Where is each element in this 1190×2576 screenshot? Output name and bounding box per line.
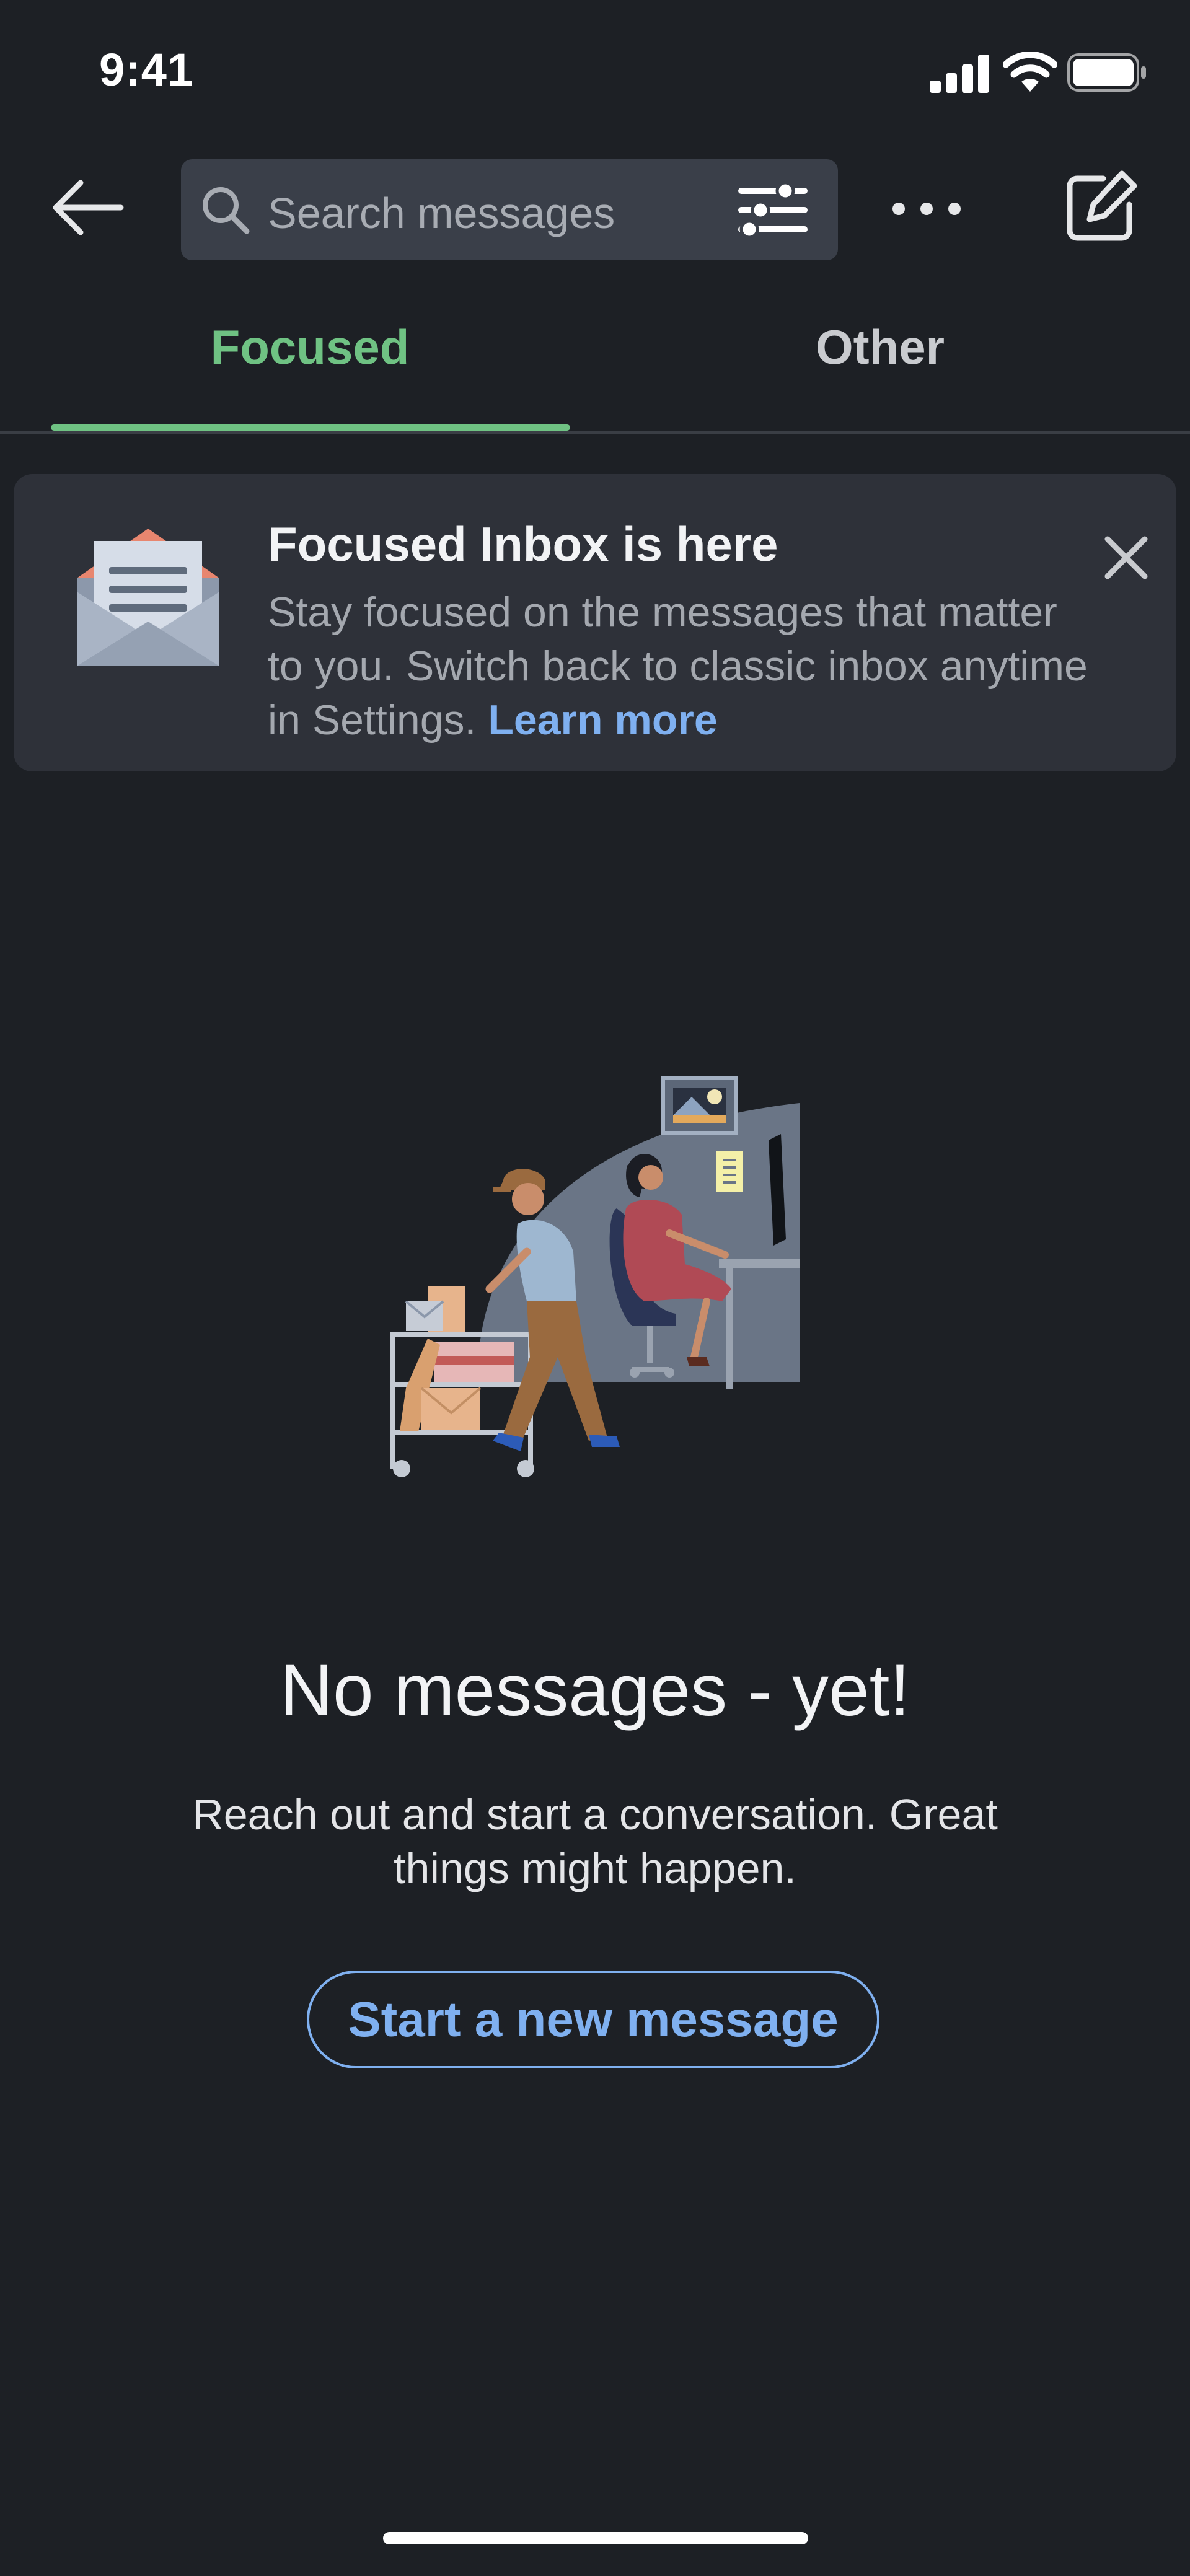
mail-delivery-illustration — [390, 1076, 800, 1477]
banner-title: Focused Inbox is here — [268, 517, 778, 571]
tab-selected-indicator — [51, 424, 570, 431]
close-icon — [1104, 536, 1148, 579]
more-horizontal-icon — [892, 203, 961, 215]
tab-focused[interactable]: Focused — [50, 319, 570, 376]
empty-state-title: No messages - yet! — [280, 1650, 910, 1731]
learn-more-link[interactable]: Learn more — [488, 697, 717, 744]
focused-inbox-banner: Focused Inbox is here Stay focused on th… — [14, 474, 1176, 771]
back-arrow-icon — [53, 180, 124, 235]
more-button[interactable] — [880, 186, 973, 235]
home-indicator[interactable] — [383, 2532, 808, 2544]
open-envelope-icon — [77, 529, 219, 666]
signal-icon — [930, 55, 989, 93]
filter-sliders-icon — [738, 181, 808, 239]
filter-button[interactable] — [736, 180, 810, 240]
compose-button[interactable] — [1060, 167, 1140, 248]
empty-state-body: Reach out and start a conversation. Grea… — [192, 1790, 998, 1892]
wifi-icon — [1003, 52, 1057, 92]
banner-close-button[interactable] — [1092, 524, 1160, 592]
back-button[interactable] — [43, 167, 130, 248]
banner-text: Stay focused on the messages that matter… — [268, 586, 1092, 747]
status-time: 9:41 — [99, 44, 194, 95]
tabs-divider — [0, 431, 1190, 434]
search-icon — [203, 187, 250, 234]
tab-other[interactable]: Other — [620, 319, 1140, 376]
search-input[interactable]: Search messages — [268, 188, 615, 238]
search-bar[interactable]: Search messages — [181, 159, 838, 260]
start-new-message-button[interactable]: Start a new message — [307, 1971, 879, 2068]
compose-icon — [1067, 170, 1137, 241]
battery-icon — [1067, 53, 1146, 92]
